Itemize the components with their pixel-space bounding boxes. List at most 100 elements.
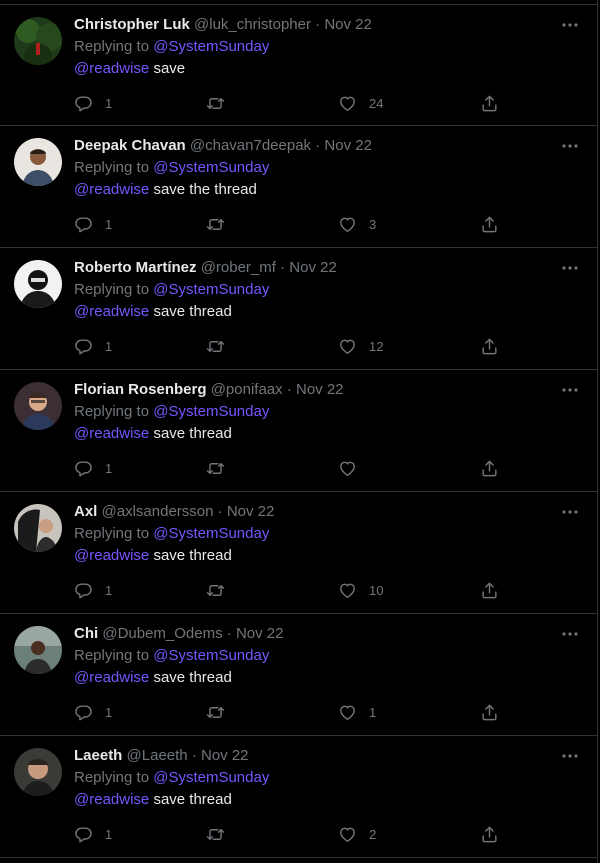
reply-target-link[interactable]: @SystemSunday <box>153 159 269 176</box>
retweet-button[interactable] <box>206 824 237 844</box>
like-button[interactable]: 12 <box>338 336 383 356</box>
retweet-button[interactable] <box>206 580 237 600</box>
like-button[interactable] <box>338 458 369 478</box>
author-handle[interactable]: @Laeeth <box>127 747 188 764</box>
replying-label: Replying to <box>74 525 150 542</box>
avatar[interactable] <box>14 138 62 186</box>
mention-link[interactable]: @readwise <box>74 669 149 686</box>
retweet-button[interactable] <box>206 336 237 356</box>
tweet-item[interactable]: Florian Rosenberg @ponifaax · Nov 22 Rep… <box>0 370 598 492</box>
reply-target-link[interactable]: @SystemSunday <box>153 525 269 542</box>
author-handle[interactable]: @axlsandersson <box>102 503 214 520</box>
avatar[interactable] <box>14 748 62 796</box>
tweet-item[interactable]: Christopher Luk @luk_christopher · Nov 2… <box>0 4 598 126</box>
tweet-date[interactable]: Nov 22 <box>296 381 344 398</box>
tweet-item[interactable]: Chi @Dubem_Odems · Nov 22 Replying to @S… <box>0 614 598 736</box>
reply-button[interactable]: 1 <box>74 824 112 844</box>
more-options-button[interactable] <box>558 746 582 766</box>
more-options-button[interactable] <box>558 136 582 156</box>
like-button[interactable]: 10 <box>338 580 383 600</box>
more-options-button[interactable] <box>558 15 582 35</box>
share-button[interactable] <box>480 702 499 722</box>
tweet-item[interactable]: Axl @axlsandersson · Nov 22 Replying to … <box>0 492 598 614</box>
more-options-button[interactable] <box>558 502 582 522</box>
tweet-date[interactable]: Nov 22 <box>324 16 372 33</box>
tweet-item[interactable]: Deepak Chavan @chavan7deepak · Nov 22 Re… <box>0 126 598 248</box>
author-handle[interactable]: @Dubem_Odems <box>102 625 222 642</box>
avatar[interactable] <box>14 626 62 674</box>
mention-link[interactable]: @readwise <box>74 425 149 442</box>
tweet-date[interactable]: Nov 22 <box>201 747 249 764</box>
author-name[interactable]: Deepak Chavan <box>74 137 186 154</box>
like-button[interactable]: 2 <box>338 824 376 844</box>
author-handle[interactable]: @chavan7deepak <box>190 137 311 154</box>
share-button[interactable] <box>480 93 499 113</box>
retweet-icon <box>206 706 225 718</box>
avatar[interactable] <box>14 260 62 308</box>
reply-button[interactable]: 1 <box>74 580 112 600</box>
like-button[interactable]: 1 <box>338 702 376 722</box>
like-button[interactable]: 3 <box>338 214 376 234</box>
like-button[interactable]: 24 <box>338 93 383 113</box>
reply-button[interactable]: 1 <box>74 336 112 356</box>
share-icon <box>482 582 497 598</box>
more-dots-icon <box>562 266 578 270</box>
share-button[interactable] <box>480 458 499 478</box>
avatar[interactable] <box>14 17 62 65</box>
reply-target-link[interactable]: @SystemSunday <box>153 647 269 664</box>
tweet-body-text: save thread <box>153 547 232 564</box>
avatar[interactable] <box>14 504 62 552</box>
retweet-icon <box>206 97 225 109</box>
author-name[interactable]: Roberto Martínez <box>74 259 197 276</box>
tweet-date[interactable]: Nov 22 <box>289 259 337 276</box>
author-name[interactable]: Chi <box>74 625 98 642</box>
tweet-date[interactable]: Nov 22 <box>236 625 284 642</box>
tweet-date[interactable]: Nov 22 <box>227 503 275 520</box>
share-icon <box>482 704 497 720</box>
reply-target-link[interactable]: @SystemSunday <box>153 38 269 55</box>
retweet-button[interactable] <box>206 93 237 113</box>
share-button[interactable] <box>480 824 499 844</box>
more-options-button[interactable] <box>558 258 582 278</box>
tweet-item[interactable]: Laeeth @Laeeth · Nov 22 Replying to @Sys… <box>0 736 598 858</box>
author-name[interactable]: Laeeth <box>74 747 122 764</box>
avatar-photo-icon <box>14 382 62 430</box>
mention-link[interactable]: @readwise <box>74 60 149 77</box>
retweet-button[interactable] <box>206 458 237 478</box>
tweet-body-text: save <box>153 60 186 77</box>
avatar-photo-icon <box>14 626 62 674</box>
mention-link[interactable]: @readwise <box>74 181 149 198</box>
share-button[interactable] <box>480 336 499 356</box>
reply-button[interactable]: 1 <box>74 214 112 234</box>
heart-icon <box>340 461 355 476</box>
retweet-button[interactable] <box>206 214 237 234</box>
replying-label: Replying to <box>74 403 150 420</box>
reply-target-link[interactable]: @SystemSunday <box>153 281 269 298</box>
author-handle[interactable]: @rober_mf <box>201 259 276 276</box>
author-name[interactable]: Axl <box>74 503 97 520</box>
author-name[interactable]: Florian Rosenberg <box>74 381 207 398</box>
author-handle[interactable]: @ponifaax <box>211 381 283 398</box>
mention-link[interactable]: @readwise <box>74 303 149 320</box>
tweet-date[interactable]: Nov 22 <box>324 137 372 154</box>
tweet-text: @readwise save the thread <box>74 180 257 200</box>
author-handle[interactable]: @luk_christopher <box>194 16 311 33</box>
tweet-item[interactable]: Roberto Martínez @rober_mf · Nov 22 Repl… <box>0 248 598 370</box>
retweet-icon <box>206 218 225 230</box>
reply-button[interactable]: 1 <box>74 458 112 478</box>
reply-button[interactable]: 1 <box>74 702 112 722</box>
share-button[interactable] <box>480 214 499 234</box>
mention-link[interactable]: @readwise <box>74 547 149 564</box>
reply-button[interactable]: 1 <box>74 93 112 113</box>
avatar[interactable] <box>14 382 62 430</box>
more-options-button[interactable] <box>558 624 582 644</box>
reply-target-link[interactable]: @SystemSunday <box>153 403 269 420</box>
share-icon <box>482 826 497 842</box>
more-options-button[interactable] <box>558 380 582 400</box>
retweet-button[interactable] <box>206 702 237 722</box>
reply-count: 1 <box>105 704 113 720</box>
share-button[interactable] <box>480 580 499 600</box>
reply-target-link[interactable]: @SystemSunday <box>153 769 269 786</box>
author-name[interactable]: Christopher Luk <box>74 16 190 33</box>
mention-link[interactable]: @readwise <box>74 791 149 808</box>
